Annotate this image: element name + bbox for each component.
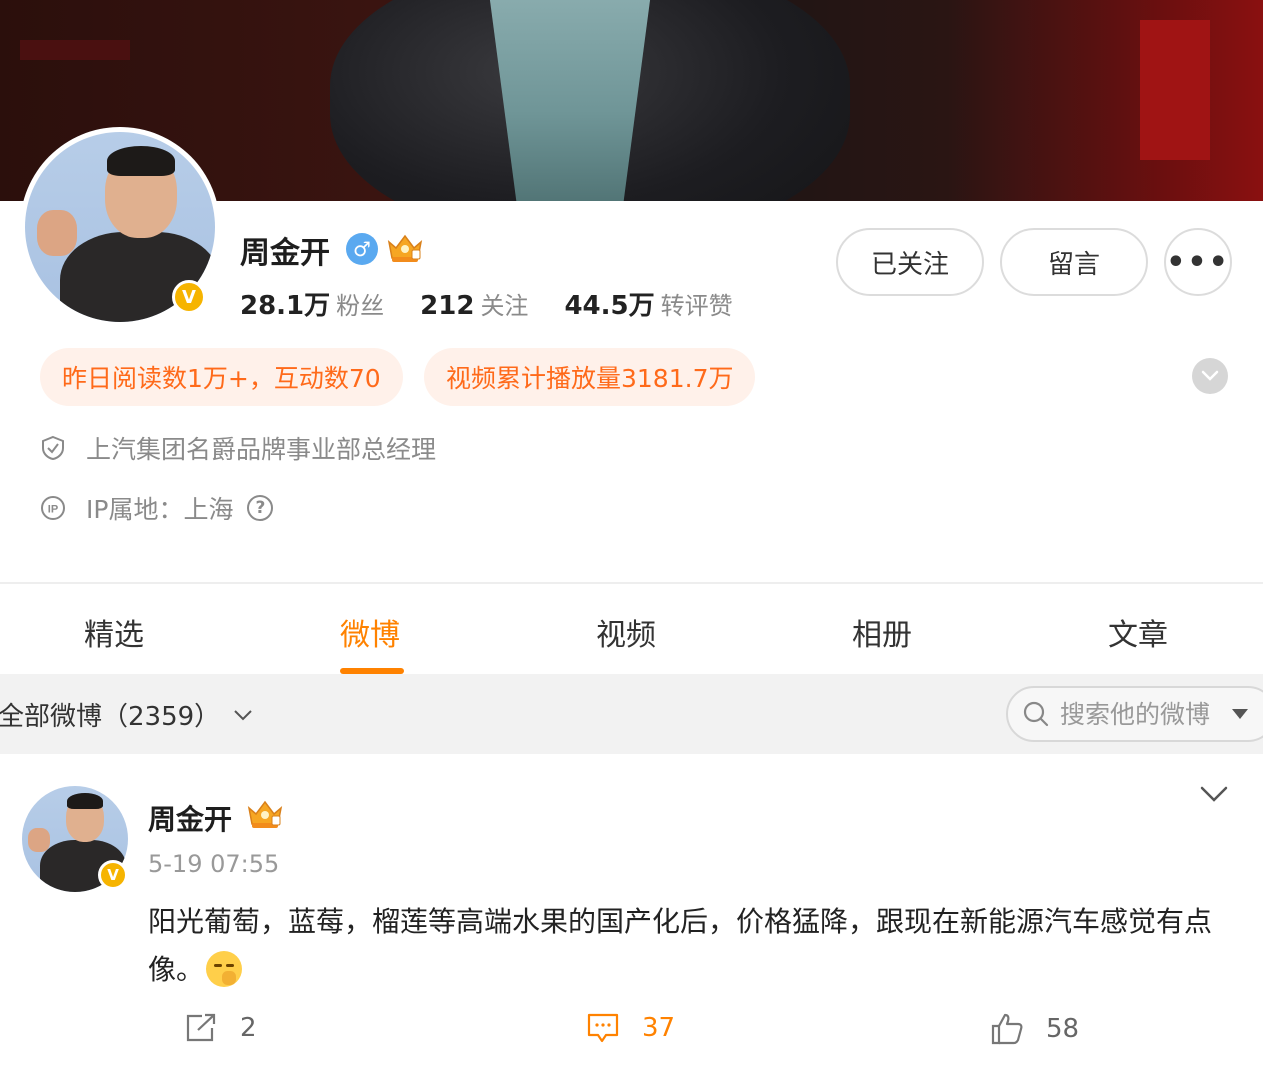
expand-tags-button[interactable] — [1192, 358, 1228, 394]
post-text: 阳光葡萄，蓝莓，榴莲等高端水果的国产化后，价格猛降，跟现在新能源汽车感觉有点像。 — [148, 905, 1213, 986]
profile-name: 周金开 — [240, 236, 330, 271]
filter-label-text: 全部微博（2359） — [0, 702, 221, 732]
crown-icon[interactable] — [386, 232, 424, 264]
repost-button[interactable]: 2 — [184, 1012, 257, 1044]
male-gender-icon: ♂ — [346, 233, 378, 265]
fans-stat[interactable]: 28.1万 粉丝 — [240, 285, 384, 322]
following-stat[interactable]: 212 关注 — [420, 286, 528, 321]
avatar-hair — [67, 793, 103, 809]
more-options-button[interactable]: ••• — [1164, 228, 1232, 296]
search-weibo-box[interactable] — [1006, 686, 1263, 742]
chevron-down-icon — [1201, 370, 1219, 381]
section-divider — [0, 582, 1263, 584]
filter-bar: 全部微博（2359） — [0, 674, 1263, 754]
like-icon — [991, 1013, 1023, 1045]
ip-location-text: IP属地：上海 — [86, 495, 234, 524]
comment-icon — [587, 1013, 619, 1043]
fans-label: 粉丝 — [336, 292, 385, 320]
comment-count: 37 — [642, 1013, 676, 1043]
search-input[interactable] — [1060, 699, 1220, 729]
cover-decor — [20, 40, 130, 60]
ip-row: IP IP属地：上海 ? — [40, 490, 274, 526]
reading-stats-tag[interactable]: 昨日阅读数1万+，互动数70 — [40, 348, 403, 406]
profile-stats: 28.1万 粉丝 212 关注 44.5万 转评赞 — [240, 285, 733, 322]
following-label: 关注 — [480, 292, 529, 320]
post-author-name[interactable]: 周金开 — [148, 798, 232, 838]
profile-tabs: 精选 微博 视频 相册 文章 — [0, 586, 1263, 674]
comment-button[interactable]: 37 — [586, 1012, 675, 1044]
chevron-down-icon — [234, 709, 252, 720]
svg-text:IP: IP — [48, 504, 58, 516]
search-dropdown-icon[interactable] — [1232, 709, 1248, 719]
all-weibo-filter[interactable]: 全部微博（2359） — [0, 696, 254, 733]
tab-albums[interactable]: 相册 — [852, 610, 912, 654]
repost-count: 2 — [240, 1013, 257, 1043]
avatar-hair — [107, 146, 175, 176]
interactions-count: 44.5万 — [564, 291, 655, 321]
question-icon[interactable]: ? — [247, 495, 274, 521]
interactions-label: 转评赞 — [660, 292, 733, 320]
crown-icon[interactable] — [246, 798, 284, 830]
tab-featured[interactable]: 精选 — [84, 610, 144, 654]
verified-badge-icon: V — [98, 860, 128, 890]
avatar-hand — [37, 210, 77, 256]
following-count: 212 — [420, 291, 475, 321]
followed-button[interactable]: 已关注 — [836, 228, 984, 296]
tab-videos[interactable]: 视频 — [596, 610, 656, 654]
video-plays-tag[interactable]: 视频累计播放量3181.7万 — [424, 348, 756, 406]
search-icon — [1023, 701, 1049, 727]
tab-weibo[interactable]: 微博 — [340, 610, 400, 654]
ip-icon: IP — [40, 495, 66, 521]
repost-icon — [186, 1013, 216, 1042]
like-button[interactable]: 58 — [990, 1012, 1079, 1046]
verification-row: 上汽集团名爵品牌事业部总经理 — [40, 430, 436, 466]
like-count: 58 — [1046, 1014, 1080, 1044]
post-timestamp[interactable]: 5-19 07:55 — [148, 850, 279, 878]
message-button[interactable]: 留言 — [1000, 228, 1148, 296]
post-content[interactable]: 阳光葡萄，蓝莓，榴莲等高端水果的国产化后，价格猛降，跟现在新能源汽车感觉有点像。 — [148, 898, 1238, 994]
cover-decor-red — [1140, 20, 1210, 160]
chevron-down-icon[interactable] — [1198, 780, 1230, 808]
interactions-stat[interactable]: 44.5万 转评赞 — [564, 285, 732, 322]
fans-count: 28.1万 — [240, 291, 331, 321]
tab-articles[interactable]: 文章 — [1108, 610, 1168, 654]
shush-emoji-icon — [206, 951, 243, 987]
avatar-hand — [28, 828, 50, 852]
verified-badge-icon: V — [172, 280, 206, 314]
verification-text: 上汽集团名爵品牌事业部总经理 — [86, 435, 437, 464]
shield-check-icon — [40, 435, 66, 461]
